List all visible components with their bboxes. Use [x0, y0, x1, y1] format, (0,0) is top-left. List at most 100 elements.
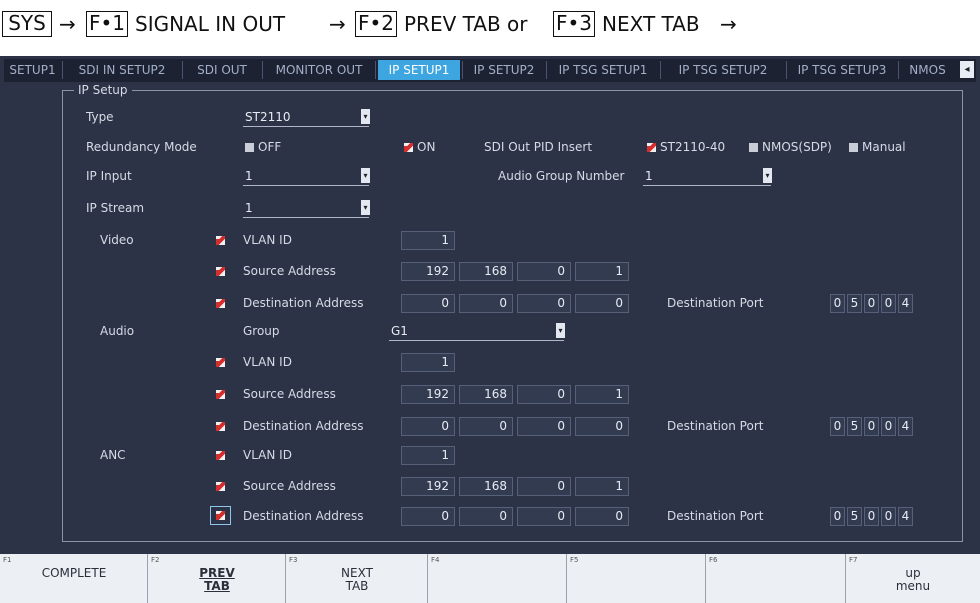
audio-group-label: Group — [243, 324, 280, 338]
ip-input-select[interactable]: 1 ▾ — [243, 167, 370, 186]
video-destination-octet-1[interactable]: 0 — [401, 294, 455, 313]
redundancy-off-radio[interactable] — [245, 143, 254, 152]
tab-ip-setup2[interactable]: IP SETUP2 — [464, 60, 544, 80]
f5-number: F5 — [570, 556, 579, 564]
pid-nmos-sdp-radio[interactable] — [749, 143, 758, 152]
video-destination-octet-3[interactable]: 0 — [517, 294, 571, 313]
ip-stream-select[interactable]: 1 ▾ — [243, 199, 370, 218]
ip-input-value: 1 — [245, 169, 253, 183]
f2-number: F2 — [151, 556, 160, 564]
tab-setup1[interactable]: SETUP1 — [5, 60, 60, 80]
f6-button[interactable] — [706, 554, 846, 603]
video-source-checkbox[interactable] — [216, 267, 225, 276]
anc-vlan-input[interactable]: 1 — [401, 446, 455, 465]
redundancy-on-radio[interactable] — [404, 143, 413, 152]
tab-ip-setup1[interactable]: IP SETUP1 — [378, 60, 460, 80]
anc-port-digit-1[interactable]: 0 — [830, 507, 845, 526]
ip-setup-group — [62, 90, 963, 542]
video-vlan-input[interactable]: 1 — [401, 231, 455, 250]
audio-port-digit-5[interactable]: 4 — [898, 417, 913, 436]
chevron-down-icon: ▾ — [361, 109, 370, 124]
audio-vlan-label: VLAN ID — [243, 355, 292, 369]
anc-source-octet-3[interactable]: 0 — [517, 477, 571, 496]
redundancy-mode-label: Redundancy Mode — [86, 140, 197, 154]
audio-vlan-checkbox[interactable] — [216, 358, 225, 367]
sys-key-box: SYS — [2, 11, 52, 37]
redundancy-off-label: OFF — [258, 140, 282, 154]
anc-port-digit-5[interactable]: 4 — [898, 507, 913, 526]
video-source-octet-2[interactable]: 168 — [459, 262, 513, 281]
anc-source-checkbox[interactable] — [216, 482, 225, 491]
video-port-digit-2[interactable]: 5 — [847, 294, 862, 313]
tab-scroll-left-icon[interactable]: ◂ — [960, 61, 974, 78]
pid-st2110-40-radio[interactable] — [647, 143, 656, 152]
audio-destination-octet-2[interactable]: 0 — [459, 417, 513, 436]
audio-port-digit-3[interactable]: 0 — [864, 417, 879, 436]
anc-destination-octet-4[interactable]: 0 — [575, 507, 629, 526]
video-port-digit-4[interactable]: 0 — [881, 294, 896, 313]
tab-nmos[interactable]: NMOS — [900, 60, 955, 80]
audio-section-label: Audio — [100, 324, 135, 338]
video-port-digit-1[interactable]: 0 — [830, 294, 845, 313]
instruction-breadcrumb: SYS → F•1 SIGNAL IN OUT → F•2 PREV TAB o… — [0, 0, 980, 50]
anc-destination-octet-3[interactable]: 0 — [517, 507, 571, 526]
anc-port-digit-4[interactable]: 0 — [881, 507, 896, 526]
audio-destination-octet-4[interactable]: 0 — [575, 417, 629, 436]
audio-port-digit-2[interactable]: 5 — [847, 417, 862, 436]
audio-source-octet-1[interactable]: 192 — [401, 385, 455, 404]
ip-setup-group-title: IP Setup — [74, 82, 132, 98]
anc-destination-octet-2[interactable]: 0 — [459, 507, 513, 526]
anc-destination-octet-1[interactable]: 0 — [401, 507, 455, 526]
f7-label-line2: menu — [895, 579, 931, 593]
pid-st2110-40-label: ST2110-40 — [660, 140, 726, 154]
anc-port-digit-3[interactable]: 0 — [864, 507, 879, 526]
video-destination-octet-2[interactable]: 0 — [459, 294, 513, 313]
audio-source-octet-4[interactable]: 1 — [575, 385, 629, 404]
video-destination-checkbox[interactable] — [216, 299, 225, 308]
ip-stream-value: 1 — [245, 201, 253, 215]
tab-ip-tsg-setup2[interactable]: IP TSG SETUP2 — [662, 60, 784, 80]
anc-port-digit-2[interactable]: 5 — [847, 507, 862, 526]
audio-source-label: Source Address — [243, 387, 336, 401]
f5-button[interactable] — [567, 554, 706, 603]
anc-vlan-label: VLAN ID — [243, 448, 292, 462]
tab-ip-tsg-setup1[interactable]: IP TSG SETUP1 — [548, 60, 658, 80]
anc-source-octet-4[interactable]: 1 — [575, 477, 629, 496]
anc-vlan-checkbox[interactable] — [216, 451, 225, 460]
audio-source-octet-2[interactable]: 168 — [459, 385, 513, 404]
tab-ip-tsg-setup3[interactable]: IP TSG SETUP3 — [788, 60, 896, 80]
tab-monitor-out[interactable]: MONITOR OUT — [264, 60, 374, 80]
f4-button[interactable] — [428, 554, 567, 603]
ip-stream-label: IP Stream — [86, 201, 145, 215]
video-destination-octet-4[interactable]: 0 — [575, 294, 629, 313]
tab-sdi-out[interactable]: SDI OUT — [184, 60, 260, 80]
anc-source-octet-2[interactable]: 168 — [459, 477, 513, 496]
audio-group-select[interactable]: G1 ▾ — [389, 322, 565, 341]
arrow-icon: → — [59, 12, 76, 36]
pid-manual-radio[interactable] — [849, 143, 858, 152]
video-source-octet-3[interactable]: 0 — [517, 262, 571, 281]
audio-port-digit-4[interactable]: 0 — [881, 417, 896, 436]
f3-number: F3 — [289, 556, 298, 564]
video-source-octet-1[interactable]: 192 — [401, 262, 455, 281]
audio-group-value: G1 — [391, 324, 408, 338]
video-vlan-checkbox[interactable] — [216, 236, 225, 245]
video-source-octet-4[interactable]: 1 — [575, 262, 629, 281]
audio-destination-checkbox[interactable] — [216, 422, 225, 431]
video-port-digit-5[interactable]: 4 — [898, 294, 913, 313]
audio-group-number-select[interactable]: 1 ▾ — [643, 167, 772, 186]
audio-vlan-input[interactable]: 1 — [401, 353, 455, 372]
video-destination-port-label: Destination Port — [667, 296, 764, 310]
type-select[interactable]: ST2110 ▾ — [243, 108, 370, 127]
video-port-digit-3[interactable]: 0 — [864, 294, 879, 313]
f4-number: F4 — [431, 556, 440, 564]
audio-destination-octet-3[interactable]: 0 — [517, 417, 571, 436]
audio-source-octet-3[interactable]: 0 — [517, 385, 571, 404]
tab-sdi-in-setup2[interactable]: SDI IN SETUP2 — [64, 60, 180, 80]
f2-text: PREV TAB or — [404, 12, 528, 36]
anc-destination-checkbox[interactable] — [216, 511, 225, 520]
audio-source-checkbox[interactable] — [216, 390, 225, 399]
anc-source-octet-1[interactable]: 192 — [401, 477, 455, 496]
audio-port-digit-1[interactable]: 0 — [830, 417, 845, 436]
audio-destination-octet-1[interactable]: 0 — [401, 417, 455, 436]
